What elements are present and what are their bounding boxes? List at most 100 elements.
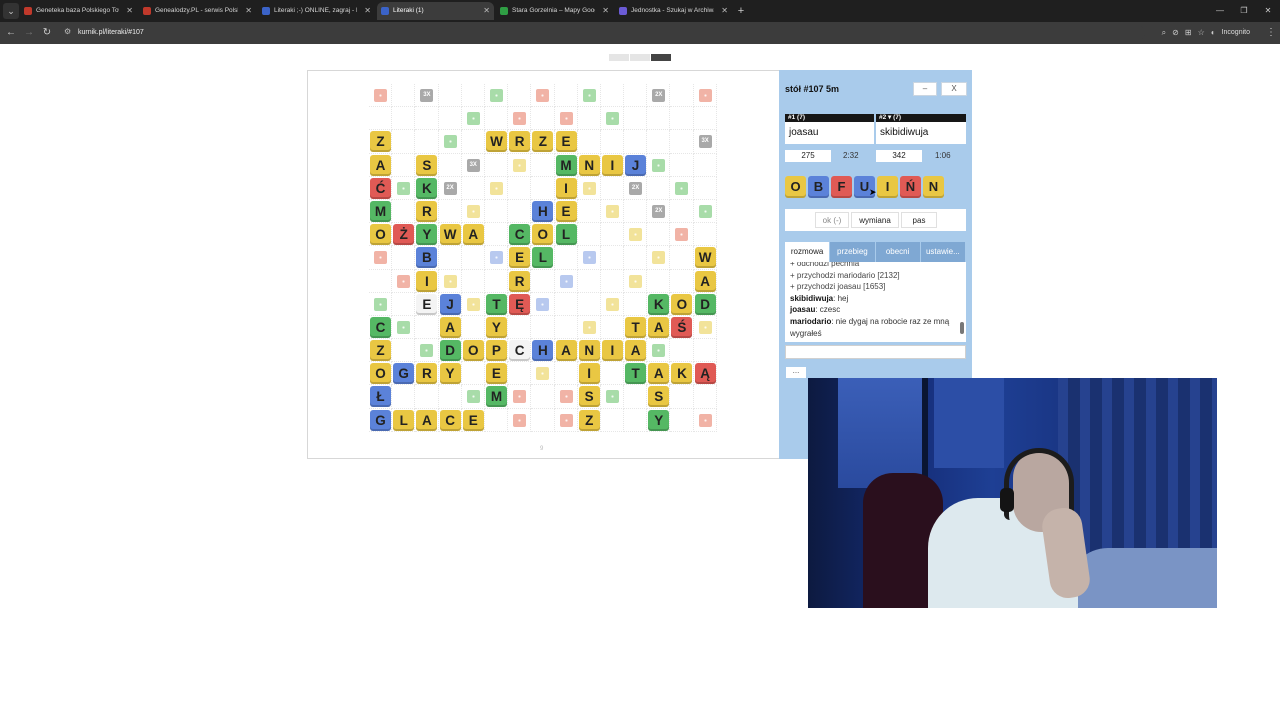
minimize-window-icon[interactable]: —	[1208, 0, 1232, 22]
board-cell[interactable]	[670, 246, 694, 270]
board-cell[interactable]	[670, 199, 694, 224]
board-cell[interactable]	[531, 362, 555, 386]
board-cell[interactable]	[531, 408, 555, 432]
board-cell[interactable]	[693, 107, 717, 131]
board-cell[interactable]: J	[438, 292, 462, 316]
board-cell[interactable]: I	[577, 362, 601, 386]
board-cell[interactable]: Z	[577, 408, 601, 432]
board-cell[interactable]	[392, 269, 416, 293]
board-cell[interactable]: P	[484, 339, 509, 363]
reload-icon[interactable]: ↻	[40, 25, 54, 41]
board-cell[interactable]	[531, 292, 555, 316]
board-cell[interactable]: C	[508, 339, 532, 363]
board-cell[interactable]	[670, 385, 694, 409]
new-tab-button[interactable]: +	[735, 3, 747, 19]
page-switcher-item-current[interactable]	[651, 54, 671, 61]
board-cell[interactable]: I	[600, 153, 625, 177]
tab-history[interactable]: przebieg	[830, 242, 876, 262]
board-cell[interactable]	[670, 153, 694, 177]
board-cell[interactable]	[461, 107, 485, 131]
board-cell[interactable]: A	[624, 339, 648, 363]
board-cell[interactable]: M	[554, 153, 578, 177]
board-cell[interactable]	[438, 130, 462, 154]
board-cell[interactable]	[508, 84, 532, 108]
board-cell[interactable]: W	[438, 223, 462, 247]
board-cell[interactable]: L	[531, 246, 555, 270]
board-cell[interactable]	[600, 362, 625, 386]
board-cell[interactable]: 3X	[415, 84, 439, 108]
browser-tab[interactable]: Jednostka - Szukaj w Archiwach ✕	[615, 2, 732, 20]
board-cell[interactable]: C	[369, 315, 393, 340]
board-cell[interactable]	[693, 153, 717, 177]
board-cell[interactable]	[508, 315, 532, 340]
rack-tile[interactable]: B	[808, 176, 829, 198]
board-cell[interactable]: 2X	[438, 176, 462, 200]
board-cell[interactable]	[508, 362, 532, 386]
board-cell[interactable]: R	[508, 130, 532, 154]
zoom-icon[interactable]: ⌕	[1162, 25, 1166, 41]
browser-tab[interactable]: Literaki ;-) ONLINE, zagraj - Ku ✕	[258, 2, 375, 20]
board-cell[interactable]: N	[577, 153, 601, 177]
board-cell[interactable]: R	[415, 362, 439, 386]
board-cell[interactable]	[484, 199, 509, 224]
board-cell[interactable]: M	[369, 199, 393, 224]
board-cell[interactable]	[369, 107, 393, 131]
board-cell[interactable]: 2X	[647, 199, 671, 224]
board-cell[interactable]	[392, 84, 416, 108]
board-cell[interactable]	[415, 315, 439, 340]
board-cell[interactable]	[461, 176, 485, 200]
board-cell[interactable]	[415, 107, 439, 131]
board-cell[interactable]	[647, 269, 671, 293]
tab-chat[interactable]: rozmowa	[785, 242, 831, 262]
board-cell[interactable]	[461, 199, 485, 224]
board-cell[interactable]	[461, 130, 485, 154]
board-cell[interactable]	[438, 153, 462, 177]
board-cell[interactable]	[600, 107, 625, 131]
board-cell[interactable]	[600, 246, 625, 270]
board-cell[interactable]	[577, 223, 601, 247]
board-cell[interactable]	[392, 176, 416, 200]
board-cell[interactable]	[600, 84, 625, 108]
board-cell[interactable]	[624, 130, 648, 154]
board-cell[interactable]	[670, 408, 694, 432]
board-cell[interactable]	[461, 315, 485, 340]
board-cell[interactable]: D	[693, 292, 717, 316]
board-cell[interactable]: S	[647, 385, 671, 409]
player-1-name[interactable]: joasau	[785, 122, 874, 144]
board-cell[interactable]	[392, 315, 416, 340]
board-cell[interactable]: Z	[369, 130, 393, 154]
board-cell[interactable]: Y	[438, 362, 462, 386]
board-cell[interactable]	[554, 107, 578, 131]
board-cell[interactable]: L	[554, 223, 578, 247]
chat-username[interactable]: joasau	[790, 305, 815, 314]
board-cell[interactable]	[438, 84, 462, 108]
browser-tab[interactable]: Geneteka baza Polskiego Towa ✕	[20, 2, 137, 20]
board-cell[interactable]	[577, 292, 601, 316]
board-cell[interactable]	[600, 269, 625, 293]
board-cell[interactable]	[554, 84, 578, 108]
board-cell[interactable]	[508, 107, 532, 131]
tracking-blocked-icon[interactable]: ⊘	[1172, 25, 1179, 41]
board-cell[interactable]: E	[415, 292, 439, 316]
board-cell[interactable]: I	[554, 176, 578, 200]
board-cell[interactable]	[554, 362, 578, 386]
board-cell[interactable]: A	[461, 223, 485, 247]
board-cell[interactable]	[484, 223, 509, 247]
board-cell[interactable]: 2X	[647, 84, 671, 108]
board-cell[interactable]	[624, 385, 648, 409]
board-cell[interactable]: E	[484, 362, 509, 386]
board-cell[interactable]	[670, 107, 694, 131]
board-cell[interactable]: S	[415, 153, 439, 177]
board-cell[interactable]: E	[461, 408, 485, 432]
site-info-icon[interactable]: ⚙	[64, 27, 71, 36]
incognito-label[interactable]: Incognito	[1222, 25, 1250, 41]
board-cell[interactable]: H	[531, 339, 555, 363]
board-cell[interactable]: A	[438, 315, 462, 340]
board-cell[interactable]: G	[369, 408, 393, 432]
board-cell[interactable]	[670, 84, 694, 108]
board-cell[interactable]	[392, 153, 416, 177]
board-cell[interactable]	[484, 408, 509, 432]
bookmark-star-icon[interactable]: ☆	[1198, 25, 1205, 41]
chat-input[interactable]	[785, 345, 966, 359]
tab-search-icon[interactable]: ⌄	[3, 3, 19, 19]
